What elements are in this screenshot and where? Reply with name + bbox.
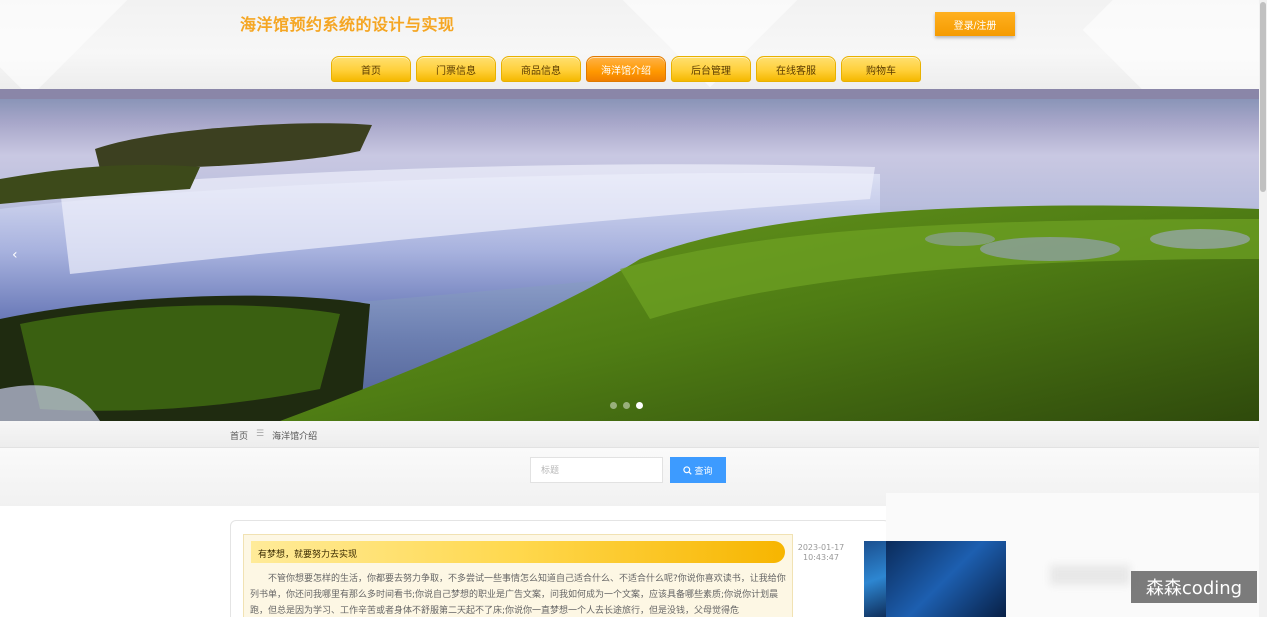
login-register-button[interactable]: 登录/注册: [935, 12, 1015, 36]
breadcrumb: 首页 ☰ 海洋馆介绍: [230, 429, 317, 442]
article-date-time: 10:43:47: [803, 553, 839, 562]
overlay-image: [886, 541, 1006, 617]
nav-item-home[interactable]: 首页: [331, 56, 411, 82]
nav-item-support[interactable]: 在线客服: [756, 56, 836, 82]
header-decoration: [0, 0, 158, 89]
nav-item-products[interactable]: 商品信息: [501, 56, 581, 82]
banner-carousel[interactable]: ‹: [0, 89, 1259, 421]
breadcrumb-bar: 首页 ☰ 海洋馆介绍: [0, 421, 1259, 448]
article-date-day: 2023-01-17: [797, 543, 845, 552]
watermark: 森森coding: [1131, 571, 1257, 603]
banner-image: [0, 89, 1259, 421]
search-button[interactable]: 查询: [670, 457, 726, 483]
search-icon: [683, 465, 693, 475]
page: 海洋馆预约系统的设计与实现 登录/注册 首页 门票信息 商品信息 海洋馆介绍 后台管理在…: [0, 0, 1267, 617]
header-decoration: [1082, 0, 1259, 89]
nav-item-cart[interactable]: 购物车: [841, 56, 921, 82]
breadcrumb-current: 海洋馆介绍: [272, 432, 318, 442]
chevron-left-icon[interactable]: ‹: [12, 247, 18, 263]
overlay-shadow: [1050, 565, 1130, 585]
site-title: 海洋馆预约系统的设计与实现: [240, 15, 455, 34]
article-date: 2023-01-17 10:43:47: [797, 543, 845, 563]
nav-item-about[interactable]: 海洋馆介绍: [586, 56, 666, 82]
site-header: 海洋馆预约系统的设计与实现 登录/注册 首页 门票信息 商品信息 海洋馆介绍 后台管理在…: [0, 0, 1259, 89]
search-button-label: 查询: [694, 465, 713, 476]
carousel-dot[interactable]: [610, 402, 617, 409]
article-excerpt: 不管你想要怎样的生活，你都要去努力争取，不多尝试一些事情怎么知道自己适合什么、不…: [250, 574, 786, 616]
main-nav: 首页 门票信息 商品信息 海洋馆介绍 后台管理 在线客服 购物车: [331, 56, 921, 82]
nav-item-tickets[interactable]: 门票信息: [416, 56, 496, 82]
breadcrumb-home[interactable]: 首页: [230, 429, 248, 442]
carousel-dot[interactable]: [623, 402, 630, 409]
carousel-dot[interactable]: [636, 402, 643, 409]
scrollbar-thumb[interactable]: [1260, 2, 1266, 192]
article-title[interactable]: 有梦想，就要努力去实现: [258, 547, 357, 560]
carousel-dots: [610, 402, 643, 409]
nav-item-admin[interactable]: 后台管理: [671, 56, 751, 82]
breadcrumb-separator-icon: ☰: [256, 429, 265, 439]
title-search-input[interactable]: [530, 457, 663, 483]
